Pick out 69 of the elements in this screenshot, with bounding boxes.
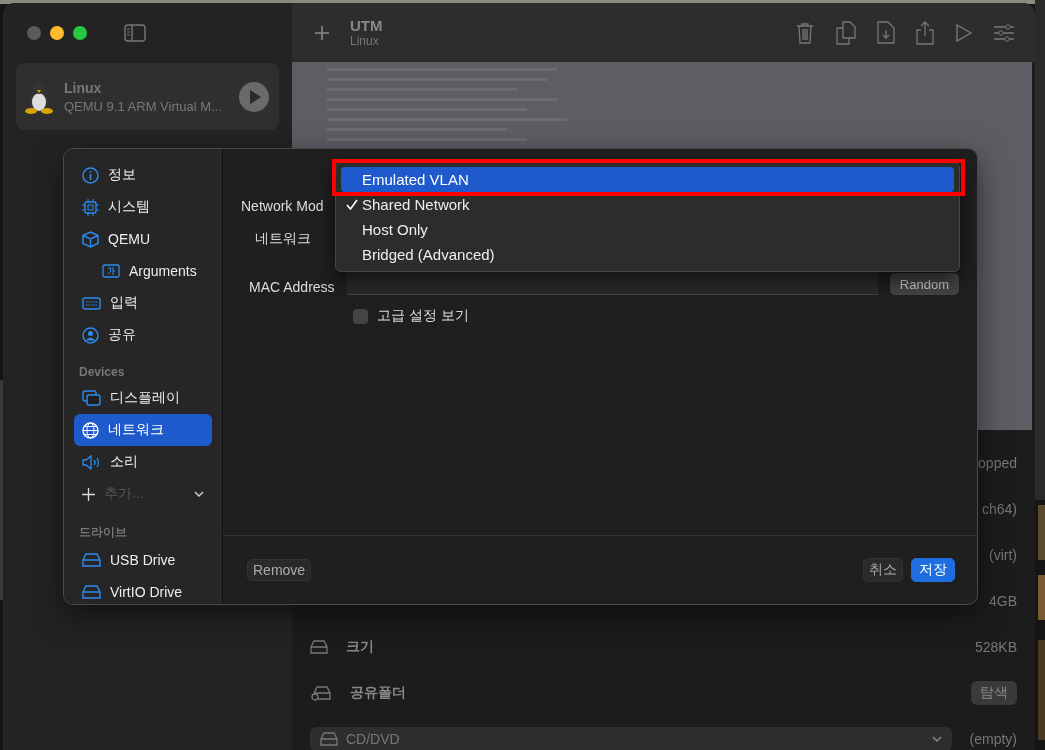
sidebar-item[interactable]: 소리 (74, 446, 212, 478)
window-title: UTM (350, 17, 383, 34)
menu-item[interactable]: Emulated VLAN (341, 167, 954, 192)
sidebar-item[interactable]: 정보 (74, 159, 212, 191)
sidebar-item[interactable]: 네트워크 (74, 414, 212, 446)
detail-value: 4GB (989, 593, 1017, 609)
field-label: 네트워크 (254, 229, 311, 248)
close-button[interactable] (27, 26, 41, 40)
play-icon[interactable] (239, 81, 269, 112)
info-icon (82, 166, 99, 184)
save-button[interactable]: 저장 (911, 558, 955, 582)
field-label: MAC Address (248, 279, 335, 295)
chevron-down-icon (931, 735, 942, 743)
detail-value: opped (978, 455, 1017, 471)
zoom-button[interactable] (73, 26, 87, 40)
sidebar-item[interactable]: 공유 (74, 319, 212, 351)
field-label: Network Mod (241, 197, 325, 214)
detail-value: ch64) (981, 501, 1017, 517)
sidebar-item[interactable]: 입력 (74, 287, 212, 319)
cancel-button[interactable]: 취소 (863, 558, 903, 582)
checkbox-label: 고급 설정 보기 (377, 307, 469, 325)
user-icon (82, 326, 99, 344)
drive-icon (82, 553, 101, 567)
chevron-down-icon (194, 490, 204, 498)
sidebar-item[interactable]: VirtIO Drive (74, 576, 212, 604)
sidebar-item[interactable]: 시스템 (74, 191, 212, 223)
window-subtitle: Linux (350, 34, 380, 48)
globe-icon (82, 421, 99, 439)
file-download-icon[interactable] (877, 21, 895, 44)
plus-icon (82, 487, 95, 501)
copy-icon[interactable] (835, 20, 857, 45)
chip-icon (82, 198, 99, 216)
section-heading: Devices (78, 364, 126, 381)
detail-value: (virt) (989, 547, 1017, 563)
cube-icon (82, 230, 99, 248)
speaker-icon (82, 454, 101, 470)
text-box-icon (102, 264, 120, 278)
section-heading: 드라이브 (78, 524, 128, 541)
sidebar-toggle-icon[interactable] (124, 24, 146, 42)
sidebar-item[interactable]: Arguments (74, 255, 212, 287)
sliders-icon[interactable] (993, 22, 1015, 43)
detail-value: 528KB (974, 639, 1017, 655)
menu-item[interactable]: Bridged (Advanced) (341, 242, 954, 267)
add-icon[interactable] (314, 24, 330, 41)
play-icon[interactable] (955, 22, 973, 43)
sidebar-item[interactable]: USB Drive (74, 544, 212, 576)
drive-icon (310, 640, 328, 654)
display-icon (82, 390, 101, 406)
trash-icon[interactable] (795, 21, 815, 44)
detail-label: 공유폴더 (350, 684, 406, 702)
drive-icon (320, 732, 338, 746)
sidebar-item[interactable]: 디스플레이 (74, 382, 212, 414)
keyboard-icon (82, 296, 101, 310)
drive-icon (82, 585, 101, 599)
vm-description: QEMU 9.1 ARM Virtual M... (64, 98, 223, 114)
sidebar-item[interactable]: QEMU (74, 223, 212, 255)
shared-drive-icon (310, 685, 332, 701)
detail-label: 크기 (346, 638, 374, 656)
vm-name: Linux (64, 79, 103, 96)
checkbox[interactable] (353, 308, 368, 324)
remove-button[interactable]: Remove (247, 559, 312, 581)
random-button[interactable]: Random (889, 273, 959, 295)
menu-item[interactable]: Shared Network (341, 192, 954, 217)
drive-status: (empty) (969, 731, 1017, 747)
mac-address-field[interactable] (346, 272, 878, 295)
share-icon[interactable] (915, 20, 935, 45)
menu-item[interactable]: Host Only (341, 217, 954, 242)
minimize-button[interactable] (50, 26, 64, 40)
checkmark-icon (345, 199, 358, 210)
